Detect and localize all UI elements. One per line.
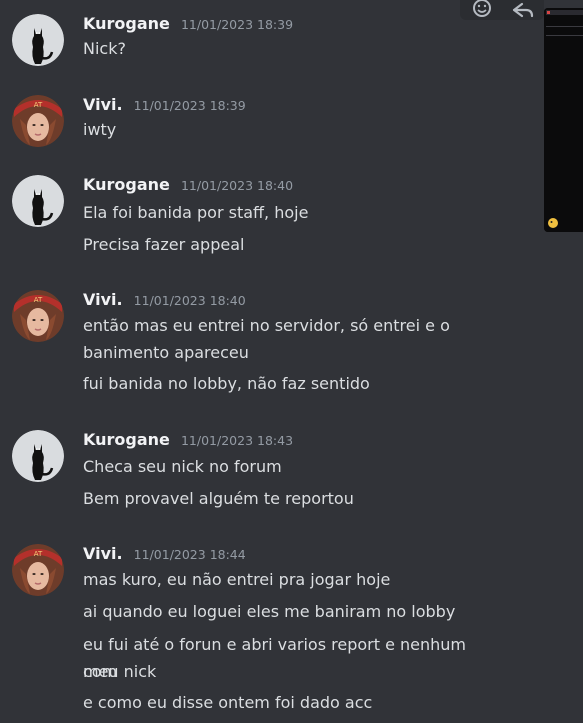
message-text: mas kuro, eu não entrei pra jogar hoje bbox=[83, 570, 391, 589]
message-text: Precisa fazer appeal bbox=[83, 235, 245, 254]
message-text: e como eu disse ontem foi dado acc bbox=[83, 693, 373, 712]
message-text: Ela foi banida por staff, hoje bbox=[83, 203, 309, 222]
add-reaction-icon[interactable] bbox=[473, 0, 491, 17]
message-header: Kurogane 11/01/2023 18:39 bbox=[83, 14, 293, 33]
girl-avatar-icon: AT bbox=[12, 544, 64, 596]
message-text: meu nick bbox=[83, 662, 157, 681]
message-header: Vivi. 11/01/2023 18:39 bbox=[83, 95, 246, 114]
toolbar-icons bbox=[473, 0, 534, 18]
avatar[interactable]: AT bbox=[12, 95, 64, 147]
girl-avatar-icon: AT bbox=[12, 95, 64, 147]
author-name[interactable]: Kurogane bbox=[83, 14, 170, 33]
avatar[interactable]: AT bbox=[12, 544, 64, 596]
timestamp: 11/01/2023 18:39 bbox=[133, 98, 246, 113]
timestamp: 11/01/2023 18:40 bbox=[133, 293, 246, 308]
preview-image bbox=[544, 8, 583, 232]
message-text: Bem provavel alguém te reportou bbox=[83, 489, 354, 508]
message: Kurogane 11/01/2023 18:43 Checa seu nick… bbox=[0, 430, 583, 518]
avatar[interactable] bbox=[12, 175, 64, 227]
message-header: Vivi. 11/01/2023 18:44 bbox=[83, 544, 246, 563]
timestamp: 11/01/2023 18:43 bbox=[180, 433, 294, 448]
author-name[interactable]: Kurogane bbox=[83, 430, 170, 449]
message-text: banimento apareceu bbox=[83, 343, 249, 362]
message-text: Nick? bbox=[83, 39, 126, 58]
message: AT Vivi. 11/01/2023 18:40 então mas eu e… bbox=[0, 290, 583, 400]
message-text: então mas eu entrei no servidor, só entr… bbox=[83, 316, 450, 335]
timestamp: 11/01/2023 18:44 bbox=[133, 547, 246, 562]
cat-avatar-icon bbox=[12, 430, 64, 482]
message-text: ai quando eu loguei eles me baniram no l… bbox=[83, 602, 456, 621]
girl-avatar-icon: AT bbox=[12, 290, 64, 342]
message: Kurogane 11/01/2023 18:40 Ela foi banida… bbox=[0, 175, 583, 261]
author-name[interactable]: Vivi. bbox=[83, 290, 123, 309]
message-actions-toolbar bbox=[460, 0, 544, 20]
cat-avatar-icon bbox=[12, 175, 64, 227]
message-header: Kurogane 11/01/2023 18:40 bbox=[83, 175, 293, 194]
message: AT Vivi. 11/01/2023 18:39 iwty bbox=[0, 95, 583, 149]
avatar[interactable] bbox=[12, 14, 64, 66]
message: Kurogane 11/01/2023 18:39 Nick? bbox=[0, 14, 583, 68]
avatar[interactable]: AT bbox=[12, 290, 64, 342]
timestamp: 11/01/2023 18:40 bbox=[180, 178, 294, 193]
cat-avatar-icon bbox=[12, 14, 64, 66]
timestamp: 11/01/2023 18:39 bbox=[180, 17, 294, 32]
message: AT Vivi. 11/01/2023 18:44 mas kuro, eu n… bbox=[0, 544, 583, 720]
author-name[interactable]: Kurogane bbox=[83, 175, 170, 194]
message-text: iwty bbox=[83, 120, 117, 139]
author-name[interactable]: Vivi. bbox=[83, 95, 123, 114]
reply-icon[interactable] bbox=[512, 2, 534, 18]
author-name[interactable]: Vivi. bbox=[83, 544, 123, 563]
message-header: Kurogane 11/01/2023 18:43 bbox=[83, 430, 293, 449]
message-text: Checa seu nick no forum bbox=[83, 457, 282, 476]
avatar[interactable] bbox=[12, 430, 64, 482]
chat-messages: Kurogane 11/01/2023 18:39 Nick? AT Vivi.… bbox=[0, 0, 583, 723]
message-text: fui banida no lobby, não faz sentido bbox=[83, 374, 370, 393]
message-header: Vivi. 11/01/2023 18:40 bbox=[83, 290, 246, 309]
svg-text:AT: AT bbox=[34, 550, 43, 558]
svg-text:AT: AT bbox=[34, 101, 43, 109]
screen-preview-thumbnail[interactable] bbox=[544, 8, 583, 232]
svg-text:AT: AT bbox=[34, 296, 43, 304]
